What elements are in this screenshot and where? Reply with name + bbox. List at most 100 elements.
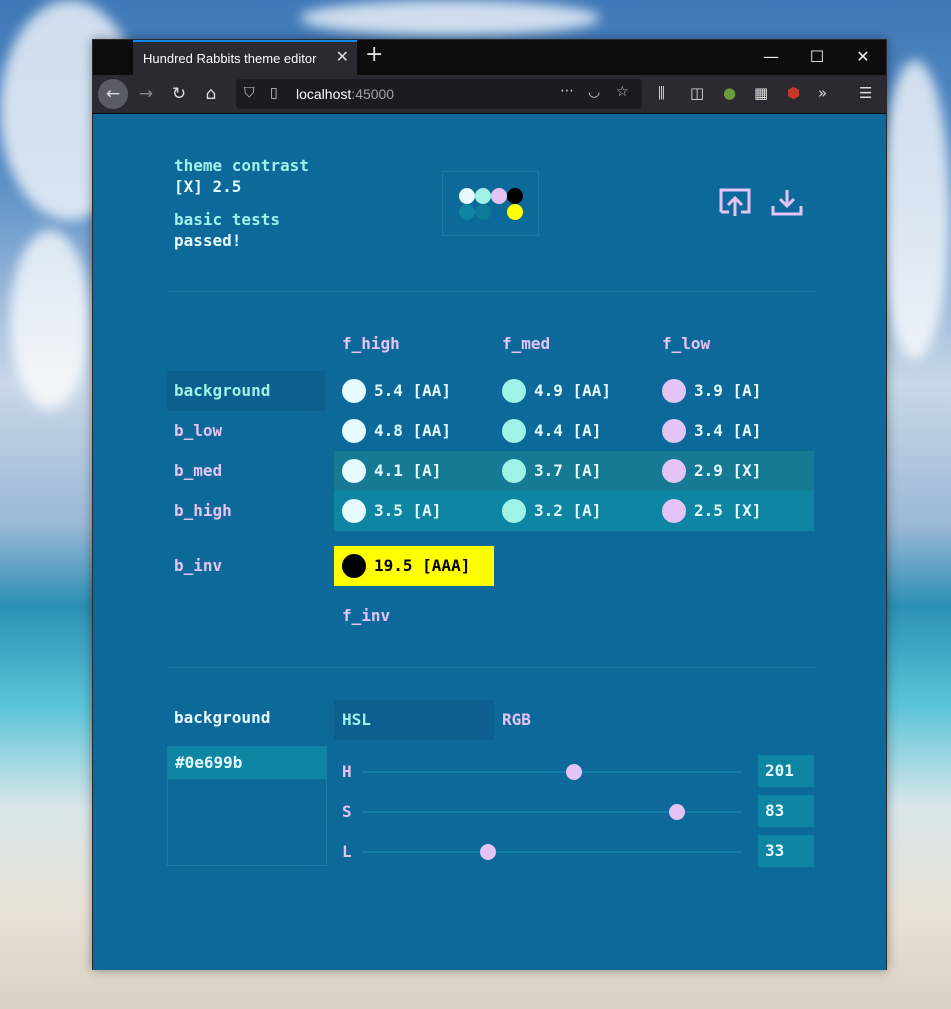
contrast-value: 3.9 [A] — [694, 381, 762, 400]
slider-knob[interactable] — [479, 844, 496, 860]
color-swatch — [502, 419, 526, 443]
contrast-value: [X] 2.5 — [174, 177, 242, 196]
inverse-contrast-value: 19.5 [AAA] — [374, 556, 471, 575]
reload-icon[interactable]: ↻ — [164, 79, 194, 109]
contrast-cell[interactable]: 5.4 [AA] — [334, 371, 494, 411]
color-swatch — [342, 459, 366, 483]
contrast-value: 4.9 [AA] — [534, 381, 612, 400]
f-inv-label: f_inv — [342, 606, 391, 625]
contrast-value: 4.1 [A] — [374, 461, 442, 480]
slider-value[interactable]: 33 — [758, 835, 814, 867]
contrast-value: 5.4 [AA] — [374, 381, 452, 400]
nav-toolbar: ← → ↻ ⌂ ⛉ ▯ localhost:45000 ⋯ ◡ ☆ ⫼ ◫ ● … — [93, 75, 886, 114]
forward-arrow-icon[interactable]: → — [131, 79, 161, 109]
contrast-cell[interactable]: 3.5 [A] — [334, 491, 494, 531]
more-dots-icon[interactable]: ⋯ — [560, 83, 574, 99]
contrast-cell[interactable]: 3.9 [A] — [654, 371, 814, 411]
contrast-value: 3.2 [A] — [534, 501, 602, 520]
color-swatch — [342, 379, 366, 403]
browser-window: Hundred Rabbits theme editor ✕ + — ☐ ✕ ←… — [92, 39, 887, 970]
row-label-background[interactable]: background — [167, 371, 325, 411]
browser-tab[interactable]: Hundred Rabbits theme editor ✕ — [133, 40, 357, 75]
color-swatch — [342, 499, 366, 523]
color-swatch — [662, 499, 686, 523]
slider-track[interactable] — [363, 804, 741, 820]
contrast-value: 4.4 [A] — [534, 421, 602, 440]
contrast-cell[interactable]: 4.4 [A] — [494, 411, 654, 451]
contrast-value: 3.5 [A] — [374, 501, 442, 520]
close-tab-icon[interactable]: ✕ — [336, 47, 349, 67]
row-label-b-high[interactable]: b_high — [167, 491, 325, 531]
star-icon[interactable]: ☆ — [616, 84, 629, 100]
minimize-icon[interactable]: — — [748, 40, 794, 75]
home-icon[interactable]: ⌂ — [196, 79, 226, 109]
maximize-icon[interactable]: ☐ — [794, 40, 840, 75]
preview-dot — [475, 204, 491, 220]
tab-strip: Hundred Rabbits theme editor ✕ + — ☐ ✕ — [93, 40, 886, 75]
close-window-icon[interactable]: ✕ — [840, 40, 886, 75]
slider-label: S — [342, 802, 352, 821]
contrast-cell[interactable]: 3.4 [A] — [654, 411, 814, 451]
sky-cloud — [300, 0, 600, 36]
color-swatch — [342, 419, 366, 443]
preview-dot — [491, 204, 507, 220]
contrast-cell[interactable]: 4.8 [AA] — [334, 411, 494, 451]
new-tab-button[interactable]: + — [365, 42, 383, 67]
row-label-b-low[interactable]: b_low — [167, 411, 325, 451]
contrast-label: theme contrast — [174, 156, 309, 175]
selected-color-name: background — [174, 708, 271, 727]
contrast-cell[interactable]: 3.2 [A] — [494, 491, 654, 531]
row-label-b-inv[interactable]: b_inv — [167, 546, 325, 586]
url-text: localhost:45000 — [296, 86, 394, 102]
contrast-cell[interactable]: 2.5 [X] — [654, 491, 814, 531]
slider-label: L — [342, 842, 352, 861]
back-arrow-icon[interactable]: ← — [98, 79, 128, 109]
contrast-cell[interactable]: 4.9 [AA] — [494, 371, 654, 411]
color-swatch — [662, 379, 686, 403]
grid-icon[interactable]: ▦ — [754, 84, 768, 102]
theme-preview — [442, 171, 539, 236]
sidebar-icon[interactable]: ◫ — [690, 84, 704, 102]
slider-value[interactable]: 83 — [758, 795, 814, 827]
contrast-cell[interactable]: 2.9 [X] — [654, 451, 814, 491]
contrast-cell[interactable]: 3.7 [A] — [494, 451, 654, 491]
pocket-icon[interactable]: ◡ — [588, 84, 600, 100]
url-bar[interactable]: ⛉ ▯ localhost:45000 ⋯ ◡ ☆ — [236, 79, 642, 109]
contrast-value: 3.4 [A] — [694, 421, 762, 440]
slider-knob[interactable] — [565, 764, 582, 780]
upload-icon[interactable] — [717, 186, 753, 218]
preview-dot — [475, 188, 491, 204]
slider-knob[interactable] — [668, 804, 685, 820]
preview-dot — [507, 204, 523, 220]
menu-icon[interactable]: ☰ — [859, 84, 872, 102]
download-icon[interactable] — [769, 188, 805, 218]
preview-dot — [491, 188, 507, 204]
column-header: f_high — [342, 334, 400, 353]
slider-value[interactable]: 201 — [758, 755, 814, 787]
contrast-cell[interactable]: 4.1 [A] — [334, 451, 494, 491]
preview-dot — [507, 188, 523, 204]
divider — [168, 667, 816, 668]
row-label-b-med[interactable]: b_med — [167, 451, 325, 491]
slider-label: H — [342, 762, 352, 781]
extension-icon[interactable]: ● — [723, 84, 736, 102]
contrast-value: 2.5 [X] — [694, 501, 762, 520]
overflow-icon[interactable]: » — [818, 84, 827, 102]
tab-title: Hundred Rabbits theme editor — [143, 51, 317, 66]
slider-track[interactable] — [363, 844, 741, 860]
tab-hsl[interactable]: HSL — [334, 700, 494, 740]
page-icon[interactable]: ▯ — [270, 85, 278, 101]
tests-value: passed! — [174, 231, 242, 250]
sky-cloud — [880, 60, 950, 360]
ublock-icon[interactable]: ⬢ — [787, 84, 800, 102]
column-header: f_med — [502, 334, 551, 353]
column-header: f_low — [662, 334, 711, 353]
shield-icon[interactable]: ⛉ — [244, 85, 255, 101]
library-icon[interactable]: ⫼ — [658, 84, 665, 102]
hex-input[interactable]: #0e699b — [168, 747, 326, 779]
preview-dot — [459, 188, 475, 204]
color-swatch — [662, 419, 686, 443]
slider-track[interactable] — [363, 764, 741, 780]
inverse-cell[interactable]: 19.5 [AAA] — [334, 546, 494, 586]
tab-rgb[interactable]: RGB — [494, 700, 654, 740]
